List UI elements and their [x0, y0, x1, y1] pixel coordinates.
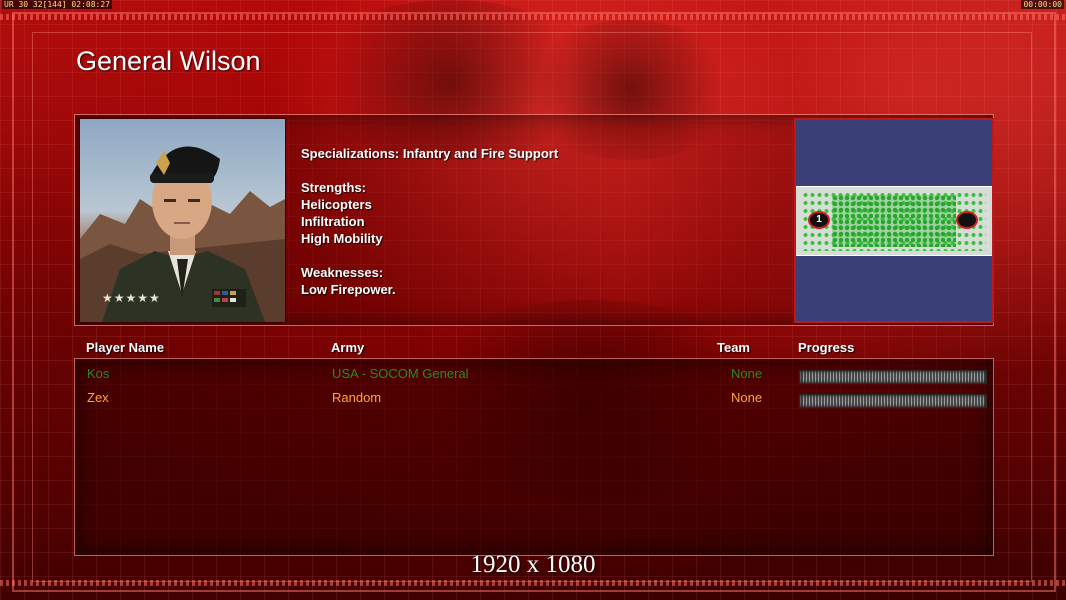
hud-clock: 00:00:00 [1021, 0, 1064, 9]
start-position-marker[interactable]: 1 [808, 211, 830, 229]
map-land-strip: 1 [796, 186, 992, 256]
general-description: Specializations: Infantry and Fire Suppo… [301, 145, 558, 298]
player-row: Zex Random None [75, 388, 993, 408]
rank-stars: ★★★★★ [102, 291, 161, 305]
resolution-label: 1920 x 1080 [470, 551, 596, 578]
column-header-player-name: Player Name [86, 340, 165, 355]
player-progress-bar [799, 370, 987, 384]
player-army: USA - SOCOM General [332, 366, 469, 381]
start-position-marker[interactable] [956, 211, 978, 229]
strength-item: Infiltration [301, 214, 365, 229]
weakness-item: Low Firepower. [301, 282, 396, 297]
weaknesses-heading: Weaknesses: [301, 265, 384, 280]
strength-item: Helicopters [301, 197, 372, 212]
player-team: None [731, 390, 763, 405]
specializations-text: Specializations: Infantry and Fire Suppo… [301, 146, 559, 161]
player-army: Random [332, 390, 382, 405]
general-name-title: General Wilson [76, 46, 261, 76]
map-preview[interactable]: 1 [794, 118, 994, 323]
map-center-forest [832, 195, 956, 247]
hud-stats: UR 30 32[144] 02:08:27 [2, 0, 112, 9]
player-progress-bar [799, 394, 987, 408]
column-header-progress: Progress [798, 340, 855, 355]
player-team: None [731, 366, 763, 381]
column-header-team: Team [717, 340, 750, 355]
strengths-heading: Strengths: [301, 180, 366, 195]
player-name: Zex [87, 390, 109, 405]
strength-item: High Mobility [301, 231, 383, 246]
players-table: Kos USA - SOCOM General None Zex Random … [74, 358, 994, 556]
player-name: Kos [87, 366, 110, 381]
player-row: Kos USA - SOCOM General None [75, 364, 993, 384]
column-header-army: Army [331, 340, 365, 355]
general-portrait: ★★★★★ [79, 118, 286, 323]
